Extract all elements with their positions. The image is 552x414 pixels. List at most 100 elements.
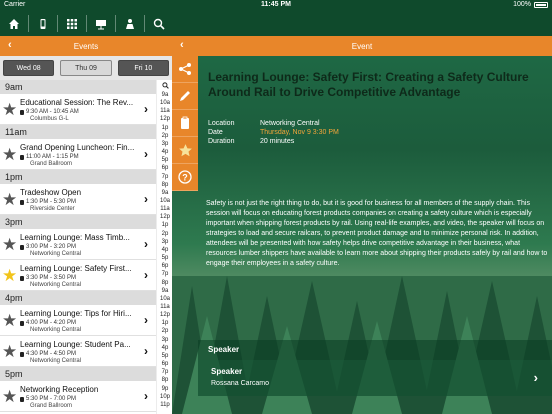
chevron-right-icon: › (144, 389, 148, 403)
time-index-item[interactable]: 10p (157, 394, 173, 400)
event-row[interactable]: ★ Tradeshow Open 1:30 PM - 5:30 PM Riversid… (0, 184, 156, 215)
event-location: Networking Central (30, 282, 82, 288)
star-icon[interactable] (172, 137, 198, 164)
search-index-icon[interactable] (157, 82, 173, 91)
time-index-item[interactable]: 8p (157, 182, 173, 188)
clipboard-icon (20, 275, 24, 281)
event-row[interactable]: ★ Learning Lounge: Tips for Hiri... 4:00 P… (0, 305, 156, 336)
star-icon[interactable]: ★ (2, 146, 17, 163)
time-index-item[interactable]: 4p (157, 345, 173, 351)
time-index-item[interactable]: 6p (157, 165, 173, 171)
day-tab-wed[interactable]: Wed 08 (3, 60, 55, 76)
home-icon[interactable] (0, 11, 28, 36)
clipboard-icon (20, 154, 24, 160)
time-index-item[interactable]: 5p (157, 255, 173, 261)
event-time: 4:00 PM - 4:20 PM (20, 320, 76, 326)
star-icon[interactable]: ★ (2, 388, 17, 405)
pencil-icon[interactable] (172, 83, 198, 110)
event-row[interactable]: ★ Learning Lounge: Mass Timb... 3:00 PM - … (0, 229, 156, 260)
event-time-text: 4:00 PM - 4:20 PM (26, 320, 77, 326)
time-index-item[interactable]: 10a (157, 198, 173, 204)
event-title: Tradeshow Open (20, 188, 82, 197)
time-index-item[interactable]: 7p (157, 174, 173, 180)
event-location: Networking Central (30, 327, 82, 333)
time-index-item[interactable]: 9a (157, 92, 173, 98)
time-index-item[interactable]: 12p (157, 116, 173, 122)
time-index-item[interactable]: 1p (157, 125, 173, 131)
event-location: Grand Ballroom (30, 161, 73, 167)
star-icon[interactable]: ★ (2, 101, 17, 118)
event-header: ‹ Event (172, 36, 552, 56)
time-index-item[interactable]: 12p (157, 312, 173, 318)
time-index-item[interactable]: 3p (157, 239, 173, 245)
event-time: 1:30 PM - 5:30 PM (20, 199, 76, 205)
time-index-item[interactable]: 4p (157, 247, 173, 253)
presentation-icon[interactable] (87, 11, 115, 36)
time-index-item[interactable]: 5p (157, 353, 173, 359)
time-index-item[interactable]: 8p (157, 377, 173, 383)
event-description: Safety is not just the right thing to do… (206, 200, 548, 267)
time-index-item[interactable]: 2p (157, 328, 173, 334)
time-index-item[interactable]: 9a (157, 190, 173, 196)
back-chevron-icon[interactable]: ‹ (8, 39, 12, 51)
time-index-item[interactable]: 4p (157, 149, 173, 155)
favorite-star-icon[interactable]: ★ (2, 267, 17, 284)
time-index-item[interactable]: 11a (157, 304, 173, 310)
share-icon[interactable] (172, 56, 198, 83)
time-index-item[interactable]: 9a (157, 288, 173, 294)
search-icon[interactable] (145, 11, 173, 36)
time-index-item[interactable]: 3p (157, 337, 173, 343)
time-index-item[interactable]: 7p (157, 369, 173, 375)
time-index-item[interactable]: 11a (157, 206, 173, 212)
star-icon[interactable]: ★ (2, 343, 17, 360)
star-icon[interactable]: ★ (2, 312, 17, 329)
back-chevron-icon[interactable]: ‹ (180, 39, 184, 51)
person-icon[interactable] (116, 11, 144, 36)
hour-header: 5pm (0, 367, 156, 381)
hour-header: 3pm (0, 215, 156, 229)
event-row[interactable]: ★ Networking Reception 5:30 PM - 7:00 PM Gr… (0, 381, 156, 412)
chevron-right-icon: › (144, 147, 148, 161)
time-index-item[interactable]: 3p (157, 141, 173, 147)
time-index-item[interactable]: 6p (157, 361, 173, 367)
event-row[interactable]: ★ Learning Lounge: Student Pa... 4:30 PM -… (0, 336, 156, 367)
time-index-item[interactable]: 2p (157, 133, 173, 139)
event-row[interactable]: ★ Learning Lounge: Safety First... 3:30 PM… (0, 260, 156, 291)
time-index-item[interactable]: 5p (157, 157, 173, 163)
event-time-text: 3:00 PM - 3:20 PM (26, 244, 77, 250)
time-index-item[interactable]: 11p (157, 402, 173, 408)
time-index-item[interactable]: 7p (157, 271, 173, 277)
day-tab-fri[interactable]: Fri 10 (117, 60, 169, 76)
grid-icon[interactable] (58, 11, 86, 36)
date-value[interactable]: Thursday, Nov 9 3:30 PM (260, 129, 339, 136)
star-icon[interactable]: ★ (2, 191, 17, 208)
speaker-row[interactable]: Speaker Rossana Carcamo › (198, 360, 552, 396)
time-index-item[interactable]: 12p (157, 214, 173, 220)
time-index-item[interactable]: 1p (157, 320, 173, 326)
chevron-right-icon: › (144, 102, 148, 116)
day-tab-thu[interactable]: Thu 09 (60, 60, 112, 76)
speaker-name: Rossana Carcamo (211, 380, 269, 387)
event-row[interactable]: ★ Educational Session: The Rev... 9:30 AM … (0, 94, 156, 125)
time-index[interactable]: 9a 10a 11a 12p 1p 2p 3p 4p 5p 6p 7p 8p 9a 10a 11a 12p 1p… (156, 80, 172, 414)
phone-icon[interactable] (29, 11, 57, 36)
event-list[interactable]: 9am ★ Educational Session: The Rev... 9:30 … (0, 80, 156, 414)
time-index-item[interactable]: 6p (157, 263, 173, 269)
event-title: Networking Reception (20, 385, 99, 394)
time-index-item[interactable]: 11a (157, 108, 173, 114)
help-icon[interactable]: ? (172, 164, 198, 191)
event-row[interactable]: ★ Grand Opening Luncheon: Fin... 11:00 AM … (0, 139, 156, 170)
battery-icon (534, 1, 548, 8)
events-title: Events (73, 41, 99, 51)
clipboard-icon (20, 244, 24, 250)
clipboard-icon[interactable] (172, 110, 198, 137)
time-index-item[interactable]: 10a (157, 100, 173, 106)
event-time: 3:30 PM - 3:50 PM (20, 275, 76, 281)
time-index-item[interactable]: 9p (157, 386, 173, 392)
action-strip: ? (172, 56, 198, 191)
time-index-item[interactable]: 2p (157, 231, 173, 237)
time-index-item[interactable]: 10a (157, 296, 173, 302)
time-index-item[interactable]: 8p (157, 280, 173, 286)
time-index-item[interactable]: 1p (157, 222, 173, 228)
star-icon[interactable]: ★ (2, 236, 17, 253)
